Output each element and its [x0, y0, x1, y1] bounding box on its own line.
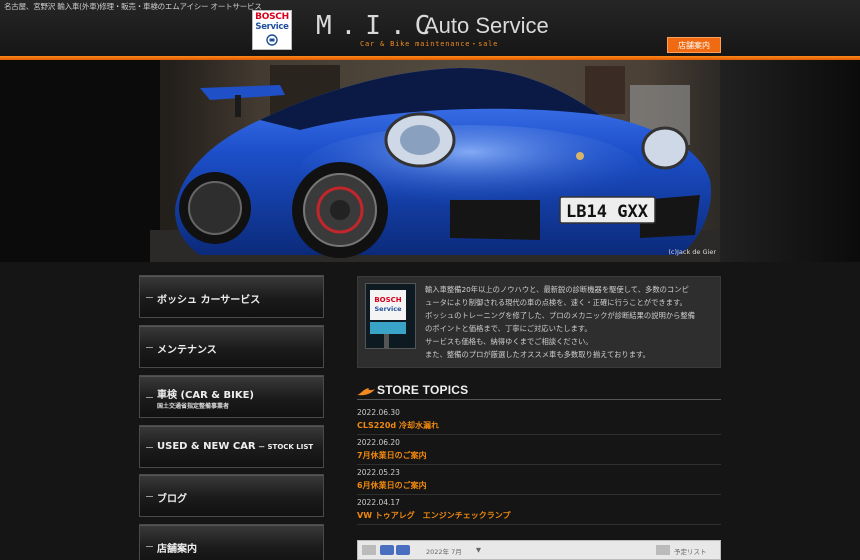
- logo-mic-text: M.I.C: [316, 11, 440, 41]
- bosch-sign-photo: BOSCH Service: [365, 283, 416, 349]
- calendar-dropdown-icon[interactable]: ▼: [476, 546, 481, 554]
- topic-date: 2022.04.17: [357, 498, 400, 507]
- dash-icon: [146, 347, 153, 348]
- logo-auto-service-text: Auto Service: [424, 13, 549, 38]
- calendar-next-button[interactable]: [396, 545, 410, 555]
- dash-icon: [146, 297, 153, 298]
- sidebar-item-used-new-car[interactable]: USED & NEW CAR － STOCK LIST: [139, 425, 324, 468]
- sidebar-item-maintenance[interactable]: メンテナンス: [139, 325, 324, 368]
- topic-item[interactable]: 2022.04.17 VW トゥアレグ エンジンチェックランプ: [357, 495, 721, 525]
- hero-car-image: LB14 GXX: [0, 60, 860, 262]
- site-header: 名古屋、宮野沢 輸入車(外車)修理・販売・車検のエムアイシー オートサービス B…: [0, 0, 860, 56]
- topic-item[interactable]: 2022.06.20 7月休業日のご案内: [357, 435, 721, 465]
- hero-banner: LB14 GXX (c)Jack de Gier: [0, 60, 860, 262]
- store-topics-title: STORE TOPICS: [377, 383, 469, 397]
- dash-icon: [146, 447, 153, 448]
- sidebar-item-store-info[interactable]: 店舗案内: [139, 524, 324, 560]
- topic-item[interactable]: 2022.05.23 6月休業日のご案内: [357, 465, 721, 495]
- intro-line: 輸入車整備20年以上のノウハウと、最新鋭の診断機器を駆使して、多数のコンピ: [425, 285, 689, 294]
- sidebar-item-bosch-car-service[interactable]: ボッシュ カーサービス: [139, 275, 324, 318]
- calendar-today-button[interactable]: [362, 545, 376, 555]
- sidebar-item-label: USED & NEW CAR － STOCK LIST: [157, 441, 314, 452]
- topic-date: 2022.06.30: [357, 408, 400, 417]
- topic-date: 2022.06.20: [357, 438, 400, 447]
- topic-title: 6月休業日のご案内: [357, 481, 427, 490]
- intro-line: また、整備のプロが厳選したオススメ車も多数取り揃えております。: [425, 350, 650, 359]
- bosch-service-logo[interactable]: BOSCH Service: [252, 10, 292, 50]
- logo-subtitle: Car & Bike maintenance・sale: [360, 40, 499, 48]
- sidebar-item-shaken[interactable]: 車検 (CAR & BIKE) 国土交通省指定整備事業者: [139, 375, 324, 418]
- site-tagline: 名古屋、宮野沢 輸入車(外車)修理・販売・車検のエムアイシー オートサービス: [4, 2, 262, 11]
- sidebar-item-label: 店舗案内: [157, 544, 197, 555]
- intro-text: 輸入車整備20年以上のノウハウと、最新鋭の診断機器を駆使して、多数のコンピ ュー…: [425, 283, 715, 361]
- topic-date: 2022.05.23: [357, 468, 400, 477]
- sidebar-item-label: メンテナンス: [157, 345, 217, 356]
- intro-line: のポイントと価格まで、丁寧にご対応いたします。: [425, 324, 592, 333]
- topic-title: 7月休業日のご案内: [357, 451, 427, 460]
- sign-service-text: Service: [374, 305, 402, 313]
- intro-line: ュータにより制御される現代の車の点検を、速く・正確に行うことができます。: [425, 298, 687, 307]
- bosch-armature-icon: [266, 34, 278, 46]
- bosch-service-text: Service: [255, 22, 289, 32]
- print-icon[interactable]: [656, 545, 670, 555]
- dash-icon: [146, 546, 153, 547]
- sidebar-item-blog[interactable]: ブログ: [139, 474, 324, 517]
- calendar-prev-button[interactable]: [380, 545, 394, 555]
- intro-line: ボッシュのトレーニングを修了した、プロのメカニックが診断結果の説明から整備: [425, 311, 695, 320]
- store-info-button[interactable]: 店舗案内: [667, 37, 721, 53]
- photo-credit: (c)Jack de Gier: [668, 248, 716, 256]
- calendar-widget: 2022年 7月 ▼ 予定リスト: [357, 540, 721, 560]
- stock-list-label: － STOCK LIST: [255, 443, 314, 451]
- dash-icon: [146, 496, 153, 497]
- sidebar-item-label: 車検 (CAR & BIKE): [157, 390, 255, 401]
- topic-item[interactable]: 2022.06.30 CLS220d 冷却水漏れ: [357, 405, 721, 435]
- intro-box: BOSCH Service 輸入車整備20年以上のノウハウと、最新鋭の診断機器を…: [357, 276, 721, 368]
- flame-icon: [357, 388, 375, 396]
- topic-title: VW トゥアレグ エンジンチェックランプ: [357, 511, 511, 520]
- topic-title: CLS220d 冷却水漏れ: [357, 421, 439, 430]
- dash-icon: [146, 397, 153, 398]
- license-plate-text: LB14 GXX: [566, 202, 649, 222]
- sidebar-item-label: ボッシュ カーサービス: [157, 295, 261, 306]
- intro-line: サービスも価格も、納得ゆくまでご相談ください。: [425, 337, 593, 346]
- calendar-month-label: 2022年 7月: [426, 548, 462, 556]
- sidebar-item-label: ブログ: [157, 494, 187, 505]
- bosch-logo-text: BOSCH: [255, 12, 289, 22]
- sidebar-item-sublabel: 国土交通省指定整備事業者: [157, 403, 230, 410]
- calendar-schedule-list-link[interactable]: 予定リスト: [674, 546, 707, 556]
- sign-bosch-text: BOSCH: [374, 296, 401, 304]
- store-topics-heading: STORE TOPICS: [357, 383, 721, 400]
